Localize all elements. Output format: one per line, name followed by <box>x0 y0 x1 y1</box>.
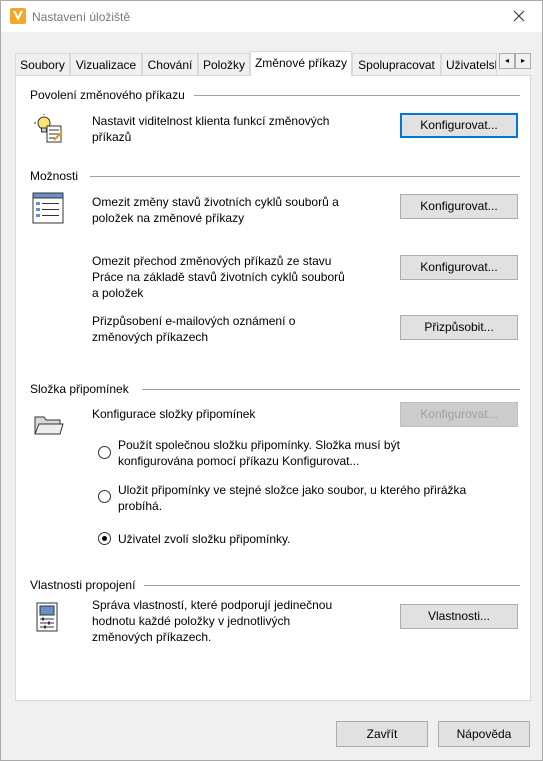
group-title-enable: Povolení změnového příkazu <box>30 88 185 102</box>
radio-same-folder[interactable] <box>98 490 111 503</box>
options-row2-description: Omezit přechod změnových příkazů ze stav… <box>92 253 345 301</box>
tab-label: Uživatelsk <box>446 58 497 72</box>
desc-line: a položek <box>92 286 144 300</box>
properties-sheet-icon <box>36 602 58 635</box>
radio-line: Uložit připomínky ve stejné složce jako … <box>118 483 467 497</box>
link-description: Správa vlastností, které podporují jedin… <box>92 597 332 645</box>
tab-label: Položky <box>202 58 246 72</box>
radio-line: Použít společnou složku připomínky. Slož… <box>118 438 400 452</box>
desc-line: Omezit přechod změnových příkazů ze stav… <box>92 254 332 268</box>
tab-polozky[interactable]: Položky <box>198 53 250 75</box>
help-button[interactable]: Nápověda <box>438 721 530 747</box>
tab-label: Vizualizace <box>75 58 137 72</box>
close-window-button[interactable] <box>496 1 542 32</box>
link-properties-button[interactable]: Vlastnosti... <box>400 604 518 629</box>
title-bar: Nastavení úložiště <box>1 1 542 32</box>
group-divider <box>142 389 520 390</box>
radio-shared-folder[interactable] <box>98 446 111 459</box>
enable-description: Nastavit viditelnost klienta funkcí změn… <box>92 113 329 145</box>
list-form-icon <box>32 192 64 227</box>
desc-line: Práce na základě stavů životních cyklů s… <box>92 270 345 284</box>
vault-v-icon <box>10 8 26 24</box>
tab-vizualizace[interactable]: Vizualizace <box>70 53 142 75</box>
desc-line: změnových příkazech. <box>92 630 212 644</box>
tab-scroll-right-button[interactable]: ▸ <box>515 53 531 69</box>
markup-label: Konfigurace složky připomínek <box>92 407 256 421</box>
desc-line: změnových příkazech <box>92 330 209 344</box>
tab-panel: Povolení změnového příkazu Nastavit vidi… <box>15 75 531 701</box>
tab-label: Soubory <box>20 58 65 72</box>
radio-line: Uživatel zvolí složku připomínky. <box>118 532 291 546</box>
tab-uzivatelske[interactable]: Uživatelsk <box>441 53 497 75</box>
group-title-link: Vlastnosti propojení <box>30 578 136 592</box>
options-row1-configure-button[interactable]: Konfigurovat... <box>400 194 518 219</box>
tab-scroll-left-button[interactable]: ◂ <box>499 53 515 69</box>
lightbulb-checklist-icon <box>34 114 64 147</box>
tab-spolupracovat[interactable]: Spolupracovat <box>352 53 441 75</box>
group-title-markup: Složka připomínek <box>30 382 129 396</box>
radio-user-chooses[interactable] <box>98 532 111 545</box>
tab-zmenove-prikazy[interactable]: Změnové příkazy <box>250 51 352 76</box>
desc-line: Omezit změny stavů životních cyklů soubo… <box>92 195 339 209</box>
tab-label: Spolupracovat <box>358 58 435 72</box>
group-divider <box>144 585 520 586</box>
radio-user-chooses-label: Uživatel zvolí složku připomínky. <box>118 531 291 547</box>
markup-configure-button[interactable]: Konfigurovat... <box>400 402 518 427</box>
desc-line: hodnotu každé položky v jednotlivých <box>92 614 291 628</box>
window-title: Nastavení úložiště <box>32 10 131 24</box>
desc-line: Přizpůsobení e-mailových oznámení o <box>92 314 296 328</box>
desc-line: Správa vlastností, které podporují jedin… <box>92 598 333 612</box>
desc-line: Nastavit viditelnost klienta funkcí změn… <box>92 114 330 128</box>
chevron-right-icon: ▸ <box>520 56 525 65</box>
desc-line: příkazů <box>92 130 132 144</box>
options-row1-description: Omezit změny stavů životních cyklů soubo… <box>92 194 339 226</box>
options-row3-customize-button[interactable]: Přizpůsobit... <box>400 315 518 340</box>
group-divider <box>90 176 520 177</box>
folder-open-icon <box>34 413 64 440</box>
desc-line: položek na změnové příkazy <box>92 211 245 225</box>
chevron-left-icon: ◂ <box>504 56 509 65</box>
tab-label: Chování <box>147 58 193 72</box>
options-row3-description: Přizpůsobení e-mailových oznámení o změn… <box>92 313 295 345</box>
close-icon <box>513 10 525 22</box>
tab-strip: Soubory Vizualizace Chování Položky Změn… <box>15 51 531 76</box>
radio-shared-folder-label: Použít společnou složku připomínky. Slož… <box>118 437 400 469</box>
close-button[interactable]: Zavřít <box>336 721 428 747</box>
tab-label: Změnové příkazy <box>254 56 348 70</box>
group-title-options: Možnosti <box>30 169 79 183</box>
group-divider <box>194 95 520 96</box>
enable-configure-button[interactable]: Konfigurovat... <box>400 113 518 138</box>
radio-line: konfigurována pomocí příkazu Konfigurova… <box>118 454 360 468</box>
tab-soubory[interactable]: Soubory <box>15 53 70 75</box>
radio-same-folder-label: Uložit připomínky ve stejné složce jako … <box>118 482 466 514</box>
options-row2-configure-button[interactable]: Konfigurovat... <box>400 255 518 280</box>
tab-chovani[interactable]: Chování <box>142 53 198 75</box>
radio-line: probíhá. <box>118 499 163 513</box>
settings-dialog: Nastavení úložiště Soubory Vizualizace C… <box>0 0 543 761</box>
